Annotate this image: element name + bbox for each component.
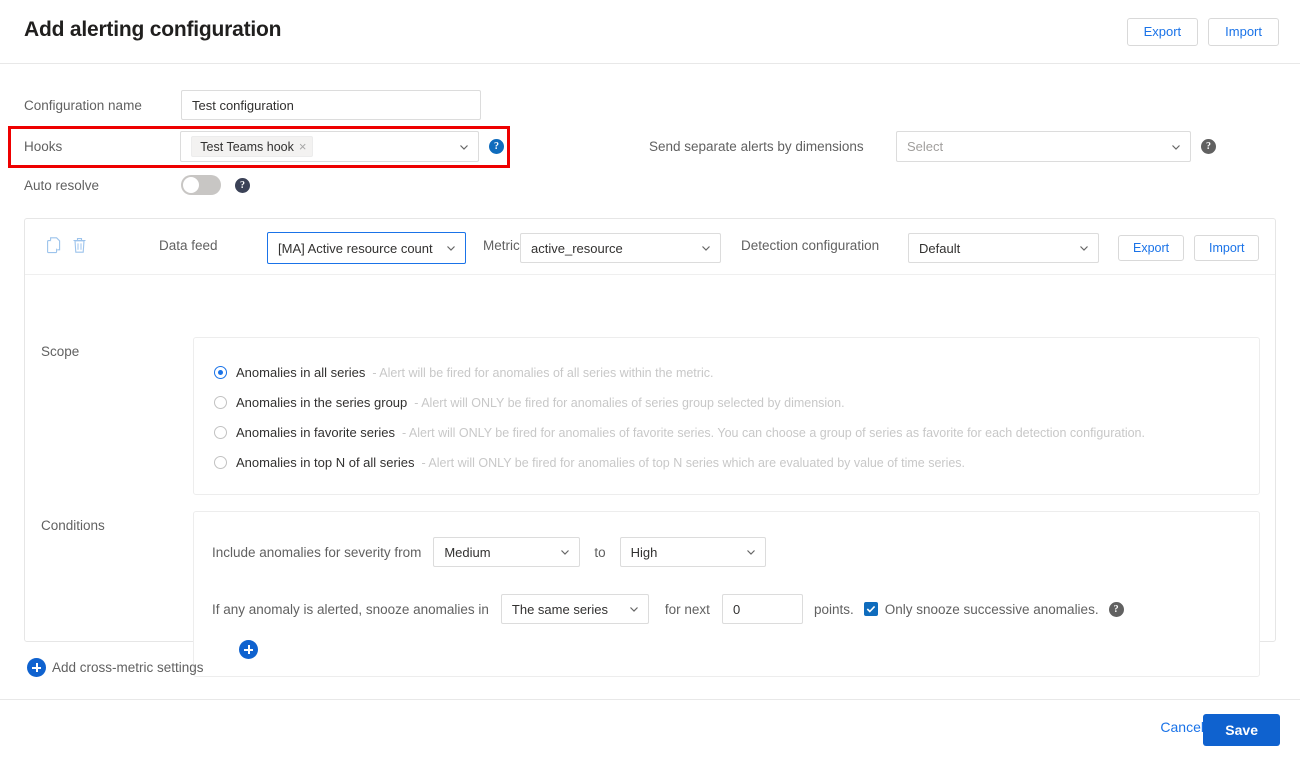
scope-option-top-n[interactable]: Anomalies in top N of all series - Alert… [214,455,965,470]
send-separate-alerts-value: Select [907,139,944,154]
metric-label: Metric [483,238,520,253]
radio-icon[interactable] [214,396,227,409]
configuration-name-label: Configuration name [24,97,142,113]
snooze-prefix-label: If any anomaly is alerted, snooze anomal… [212,601,489,617]
snooze-scope-value: The same series [511,601,608,617]
severity-to-select[interactable]: High [619,537,766,567]
hooks-label: Hooks [24,139,63,154]
scope-options-box: Anomalies in all series - Alert will be … [193,337,1260,495]
save-button[interactable]: Save [1203,714,1280,746]
detection-configuration-label: Detection configuration [741,238,880,253]
chevron-down-icon [458,141,470,153]
detection-import-button[interactable]: Import [1194,235,1260,261]
chevron-down-icon [445,242,457,254]
trash-icon[interactable] [72,237,87,255]
data-feed-label: Data feed [159,238,218,253]
scope-option-desc: - Alert will ONLY be fired for anomalies… [401,425,1145,440]
auto-resolve-toggle[interactable] [181,175,221,195]
hooks-select[interactable]: Test Teams hook × [180,131,479,162]
chevron-down-icon [559,546,571,558]
metric-card-header: Data feed [MA] Active resource count Met… [25,219,1275,275]
scope-option-all-series[interactable]: Anomalies in all series - Alert will be … [214,365,713,380]
for-next-label: for next [664,601,710,617]
severity-row: Include anomalies for severity from Medi… [212,537,766,567]
plus-circle-icon [27,658,46,677]
add-condition-button[interactable] [239,640,258,659]
successive-anomalies-label: Only snooze successive anomalies. [884,601,1099,617]
chevron-down-icon [1170,141,1182,153]
page-footer: Cancel Save [0,699,1300,757]
successive-anomalies-checkbox[interactable] [863,602,878,616]
scope-option-label: Anomalies in all series [236,365,366,380]
conditions-box: Include anomalies for severity from Medi… [193,511,1260,677]
scope-option-desc: - Alert will ONLY be fired for anomalies… [421,455,966,470]
page-header: Add alerting configuration Export Import [0,0,1300,64]
header-export-button[interactable]: Export [1126,18,1199,46]
scope-option-desc: - Alert will be fired for anomalies of a… [372,365,714,380]
data-feed-select[interactable]: [MA] Active resource count [267,232,466,264]
metric-value: active_resource [531,240,623,256]
add-alerting-configuration-page: Add alerting configuration Export Import… [0,0,1300,757]
hook-tag-remove-icon[interactable]: × [299,140,307,153]
severity-from-value: Medium [444,544,491,560]
radio-icon[interactable] [214,456,227,469]
scope-label: Scope [41,344,80,359]
configuration-name-row: Configuration name [24,90,484,120]
scope-option-series-group[interactable]: Anomalies in the series group - Alert wi… [214,395,845,410]
add-cross-metric-label: Add cross-metric settings [52,660,204,675]
hooks-row: Hooks Test Teams hook × ? [24,131,504,162]
scope-option-label: Anomalies in the series group [236,395,408,410]
data-feed-value: [MA] Active resource count [278,240,433,256]
send-separate-alerts-select[interactable]: Select [896,131,1191,162]
hook-tag: Test Teams hook × [191,136,314,157]
chevron-down-icon [1078,242,1090,254]
snooze-points-input[interactable] [721,594,803,624]
auto-resolve-label: Auto resolve [24,177,100,193]
detection-configuration-value: Default [919,240,961,256]
send-separate-alerts-label: Send separate alerts by dimensions [649,139,864,154]
plus-circle-icon [239,640,258,659]
auto-resolve-help-icon[interactable]: ? [235,177,250,193]
severity-prefix-label: Include anomalies for severity from [212,544,422,560]
severity-from-select[interactable]: Medium [433,537,581,567]
auto-resolve-row: Auto resolve ? [24,175,324,195]
header-import-button[interactable]: Import [1208,18,1279,46]
severity-to-value: High [630,544,658,560]
send-separate-alerts-help-icon[interactable]: ? [1201,139,1216,154]
conditions-label: Conditions [41,518,105,533]
severity-to-label: to [594,544,606,560]
copy-icon[interactable] [47,237,63,255]
hooks-help-icon[interactable]: ? [489,139,504,154]
scope-option-desc: - Alert will ONLY be fired for anomalies… [414,395,845,410]
radio-icon[interactable] [214,366,227,379]
add-cross-metric-settings-button[interactable]: Add cross-metric settings [27,658,204,677]
metric-configuration-card: Data feed [MA] Active resource count Met… [24,218,1276,677]
hooks-selected-tags: Test Teams hook × [191,136,452,157]
scope-option-label: Anomalies in favorite series [236,425,395,440]
points-label: points. [813,601,854,617]
chevron-down-icon [700,242,712,254]
metric-select[interactable]: active_resource [520,233,721,263]
configuration-name-input[interactable] [181,90,481,120]
successive-anomalies-help-icon[interactable]: ? [1108,601,1124,617]
hook-tag-label: Test Teams hook [200,139,294,154]
send-separate-alerts-row: Send separate alerts by dimensions Selec… [649,131,1229,162]
toggle-knob [183,177,199,193]
detection-configuration-select[interactable]: Default [908,233,1099,263]
cancel-button[interactable]: Cancel [1154,718,1210,736]
header-actions: Export Import [1126,18,1279,46]
scope-option-label: Anomalies in top N of all series [236,455,415,470]
radio-icon[interactable] [214,426,227,439]
page-title: Add alerting configuration [24,18,282,41]
chevron-down-icon [628,603,640,615]
snooze-row: If any anomaly is alerted, snooze anomal… [212,594,1124,624]
scope-option-favorite-series[interactable]: Anomalies in favorite series - Alert wil… [214,425,1145,440]
snooze-scope-select[interactable]: The same series [500,594,649,624]
chevron-down-icon [745,546,757,558]
detection-export-button[interactable]: Export [1118,235,1185,261]
